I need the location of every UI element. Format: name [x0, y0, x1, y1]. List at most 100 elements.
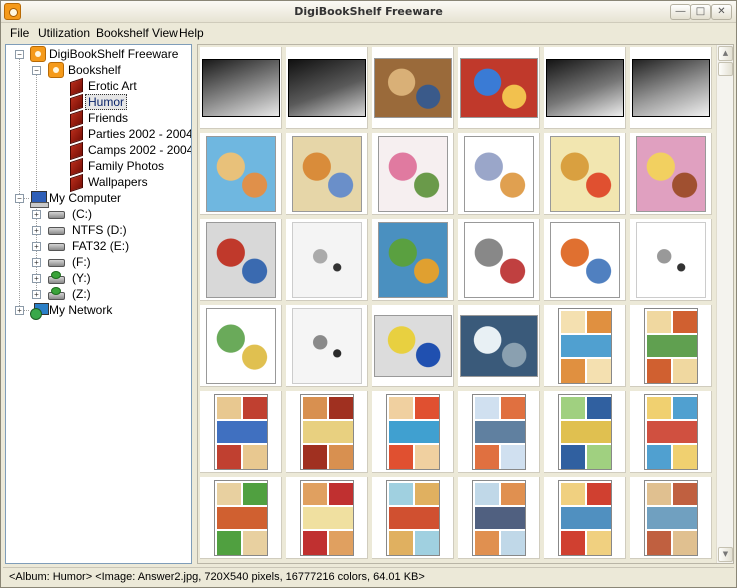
album-humor[interactable]: Humor — [6, 93, 191, 113]
thumbnail[interactable] — [630, 219, 712, 301]
thumbnail[interactable] — [286, 219, 368, 301]
thumbnail-image — [300, 394, 354, 470]
thumbnail[interactable] — [544, 133, 626, 215]
album-erotic-art[interactable]: Erotic Art — [6, 77, 191, 97]
thumbnail[interactable] — [630, 391, 712, 473]
expand-icon[interactable]: + — [32, 274, 41, 283]
thumbnail[interactable] — [200, 219, 282, 301]
menu-utilization[interactable]: Utilization — [38, 26, 90, 40]
thumbnail-image — [644, 480, 698, 556]
maximize-button[interactable]: □ — [690, 4, 711, 20]
tree-my-network[interactable]: + My Network — [6, 302, 191, 320]
thumbnail-image — [460, 58, 538, 118]
drive-e[interactable]: + FAT32 (E:) — [6, 238, 191, 254]
expand-icon[interactable]: + — [32, 226, 41, 235]
vertical-scrollbar[interactable]: ▲ ▼ — [716, 45, 733, 563]
thumbnail-grid[interactable]: ▲ ▼ — [197, 44, 734, 564]
collapse-icon[interactable]: − — [15, 194, 24, 203]
thumbnail-image — [558, 308, 612, 384]
thumbnail[interactable] — [630, 477, 712, 559]
thumbnail[interactable] — [286, 47, 368, 129]
drive-icon — [48, 243, 65, 251]
drive-label: FAT32 (E:) — [72, 239, 130, 253]
window-title: DigiBookShelf Freeware — [294, 5, 443, 18]
folder-tree[interactable]: − DigiBookShelf Freeware − Bookshelf Ero… — [5, 44, 192, 564]
drive-y[interactable]: + (Y:) — [6, 270, 191, 286]
thumbnail-image — [206, 308, 276, 384]
thumbnail[interactable] — [630, 133, 712, 215]
thumbnail-image — [300, 480, 354, 556]
thumbnail[interactable] — [286, 391, 368, 473]
minimize-button[interactable]: ― — [670, 4, 691, 20]
network-drive-icon — [48, 287, 65, 300]
scrollbar-thumb[interactable] — [718, 62, 733, 76]
thumbnail[interactable] — [200, 133, 282, 215]
thumbnail[interactable] — [458, 391, 540, 473]
expand-icon[interactable]: + — [32, 258, 41, 267]
tree-root[interactable]: − DigiBookShelf Freeware — [6, 46, 191, 62]
expand-icon[interactable]: + — [15, 306, 24, 315]
collapse-icon[interactable]: − — [32, 66, 41, 75]
expand-icon[interactable]: + — [32, 210, 41, 219]
expand-icon[interactable]: + — [32, 290, 41, 299]
tree-my-computer[interactable]: − My Computer — [6, 190, 191, 208]
album-family-photos[interactable]: Family Photos — [6, 157, 191, 177]
thumbnail[interactable] — [200, 305, 282, 387]
album-parties[interactable]: Parties 2002 - 2004 — [6, 125, 191, 145]
digibookshelf-icon — [30, 46, 46, 62]
menu-file[interactable]: File — [10, 26, 29, 40]
thumbnail[interactable] — [630, 47, 712, 129]
collapse-icon[interactable]: − — [15, 50, 24, 59]
drive-c[interactable]: + (C:) — [6, 206, 191, 222]
thumbnail-image — [292, 136, 362, 212]
album-label: Erotic Art — [88, 79, 137, 93]
album-label: Camps 2002 - 2004 — [88, 143, 192, 157]
thumbnail[interactable] — [544, 477, 626, 559]
tree-bookshelf[interactable]: − Bookshelf — [6, 62, 191, 78]
thumbnail[interactable] — [372, 219, 454, 301]
thumbnail[interactable] — [372, 47, 454, 129]
thumbnail[interactable] — [200, 391, 282, 473]
menu-bookshelf-view[interactable]: Bookshelf View — [96, 26, 178, 40]
thumbnail[interactable] — [372, 391, 454, 473]
thumbnail-image — [378, 222, 448, 298]
thumbnail[interactable] — [372, 305, 454, 387]
tree-root-label: DigiBookShelf Freeware — [49, 47, 179, 61]
drive-d[interactable]: + NTFS (D:) — [6, 222, 191, 238]
thumbnail[interactable] — [630, 305, 712, 387]
thumbnail[interactable] — [458, 47, 540, 129]
thumbnail[interactable] — [458, 133, 540, 215]
thumbnail[interactable] — [458, 305, 540, 387]
thumbnail[interactable] — [372, 133, 454, 215]
album-friends[interactable]: Friends — [6, 109, 191, 129]
thumbnail[interactable] — [286, 305, 368, 387]
network-drive-icon — [48, 271, 65, 284]
title-bar[interactable]: DigiBookShelf Freeware ― □ ✕ — [1, 1, 736, 23]
thumbnail[interactable] — [200, 47, 282, 129]
scroll-down-arrow-icon[interactable]: ▼ — [718, 547, 733, 562]
thumbnail[interactable] — [458, 219, 540, 301]
close-button[interactable]: ✕ — [711, 4, 732, 20]
album-label-selected: Humor — [85, 94, 128, 110]
thumbnail[interactable] — [544, 305, 626, 387]
thumbnail[interactable] — [544, 219, 626, 301]
thumbnail[interactable] — [544, 47, 626, 129]
thumbnail-image — [472, 394, 526, 470]
drive-f[interactable]: + (F:) — [6, 254, 191, 270]
album-wallpapers[interactable]: Wallpapers — [6, 173, 191, 193]
thumbnail[interactable] — [200, 477, 282, 559]
expand-icon[interactable]: + — [32, 242, 41, 251]
album-label: Friends — [88, 111, 129, 125]
album-camps[interactable]: Camps 2002 - 2004 — [6, 141, 192, 161]
thumbnail[interactable] — [286, 477, 368, 559]
bookshelf-icon — [48, 62, 64, 78]
thumbnail[interactable] — [286, 133, 368, 215]
thumbnail[interactable] — [544, 391, 626, 473]
drive-icon — [48, 227, 65, 235]
menu-help[interactable]: Help — [179, 26, 204, 40]
thumbnail[interactable] — [372, 477, 454, 559]
thumbnail[interactable] — [458, 477, 540, 559]
thumbnail-image — [292, 308, 362, 384]
drive-z[interactable]: + (Z:) — [6, 286, 191, 302]
scroll-up-arrow-icon[interactable]: ▲ — [718, 46, 733, 61]
